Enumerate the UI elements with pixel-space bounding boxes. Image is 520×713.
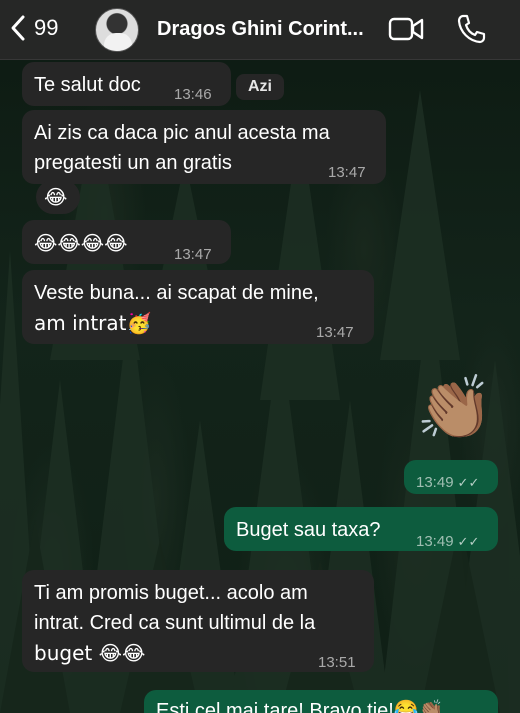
phone-call-button[interactable] — [456, 13, 486, 50]
message-outgoing-emoji[interactable]: 👏🏽 — [410, 368, 500, 458]
message-text-line: am intrat🥳 — [34, 311, 152, 335]
read-receipt-icon: ✓✓ — [457, 475, 480, 490]
date-divider: Azi — [236, 74, 284, 100]
message-reaction[interactable]: 😂 — [36, 180, 80, 214]
message-outgoing[interactable]: Buget sau taxa? 13:49 ✓✓ — [224, 507, 498, 551]
message-outgoing[interactable]: Esti cel mai tare! Bravo tie!😂👏🏽 — [144, 690, 498, 713]
avatar[interactable] — [95, 8, 139, 52]
message-incoming[interactable]: 😂😂😂😂 13:47 — [22, 220, 231, 264]
phone-call-icon — [457, 14, 486, 44]
message-time: 13:51 — [318, 654, 356, 671]
message-text: Buget sau taxa? — [236, 519, 381, 541]
message-outgoing-time-chip[interactable]: 13:49 ✓✓ — [404, 460, 498, 494]
message-time: 13:47 — [174, 246, 212, 263]
back-button[interactable]: 99 — [10, 14, 58, 42]
read-receipt-icon: ✓✓ — [457, 534, 480, 549]
contact-name[interactable]: Dragos Ghini Corint... — [157, 18, 377, 41]
message-text-line: Ti am promis buget... acolo am — [34, 582, 308, 604]
unread-count: 99 — [34, 15, 59, 40]
video-call-icon — [388, 17, 424, 41]
back-chevron-icon — [11, 15, 25, 41]
message-text-line: buget 😂😂 — [34, 641, 146, 665]
message-text-line: intrat. Cred ca sunt ultimul de la — [34, 612, 316, 634]
chat-header: 99 Dragos Ghini Corint... — [0, 0, 520, 60]
message-time: 13:46 — [174, 86, 212, 103]
message-text-line: pregatesti un an gratis — [34, 152, 232, 174]
message-time: 13:47 — [328, 164, 366, 181]
message-text-line: Veste buna... ai scapat de mine, — [34, 282, 319, 304]
message-text-line: Ai zis ca daca pic anul acesta ma — [34, 122, 330, 144]
message-incoming[interactable]: Ai zis ca daca pic anul acesta ma pregat… — [22, 110, 386, 184]
message-time: 13:49 ✓✓ — [416, 474, 480, 491]
message-time: 13:47 — [316, 324, 354, 341]
message-text: 😂😂😂😂 — [34, 231, 128, 255]
message-incoming[interactable]: Ti am promis buget... acolo am intrat. C… — [22, 570, 374, 672]
message-text: Esti cel mai tare! Bravo tie!😂👏🏽 — [156, 700, 444, 713]
message-time: 13:49 ✓✓ — [416, 533, 480, 550]
message-text: Te salut doc — [34, 74, 141, 96]
clapping-hands-emoji: 👏🏽 — [416, 371, 494, 444]
message-incoming[interactable]: Te salut doc 13:46 — [22, 62, 231, 106]
reaction-emoji: 😂 — [44, 185, 68, 209]
video-call-button[interactable] — [388, 16, 424, 47]
message-incoming[interactable]: Veste buna... ai scapat de mine, am intr… — [22, 270, 374, 344]
